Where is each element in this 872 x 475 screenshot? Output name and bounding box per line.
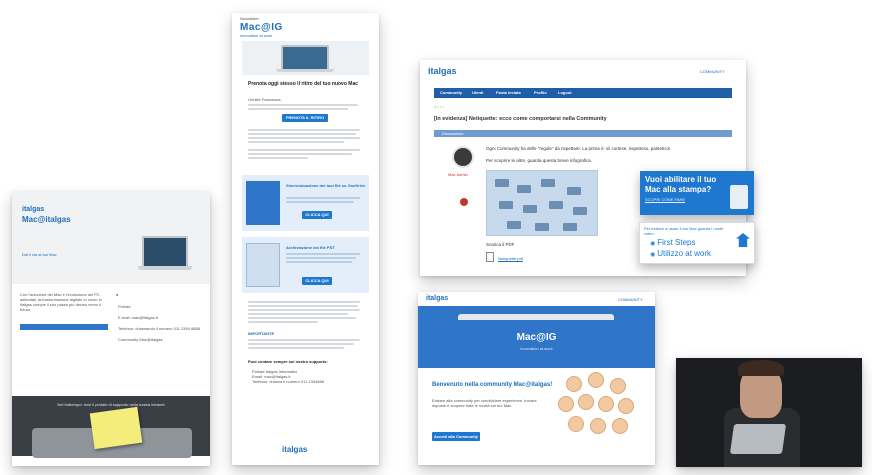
home-icon <box>736 233 750 247</box>
video-first-steps-label: First Steps <box>657 238 696 247</box>
laptop-image <box>138 236 192 272</box>
play-icon: ◉ <box>650 241 656 247</box>
brochure-hero: italgas Mac@italgas Dai il via al tuo Ma… <box>12 192 210 284</box>
laptop-image <box>276 45 334 73</box>
avatar <box>452 146 474 168</box>
post-section-label: Discussione <box>442 131 464 136</box>
videos-callout-heading: Per iniziare a usare il tuo Mac guarda i… <box>644 226 724 236</box>
post-text: Ogni Community ha delle "regole" da risp… <box>486 146 671 151</box>
videos-callout: Per iniziare a usare il tuo Mac guarda i… <box>639 222 755 264</box>
printing-callout-title: Vuoi abilitare il tuo Mac alla stampa? <box>645 175 717 194</box>
newsletter-panel: Newsletter Mac@IG innovation at work Pre… <box>232 13 379 465</box>
contact-email[interactable]: E-mail: mac@italgas.it <box>118 315 200 320</box>
onedrive-icon <box>246 181 280 225</box>
community-top-link[interactable]: COMMUNITY <box>700 69 725 74</box>
contacts-heading: ● <box>116 292 119 297</box>
printer-icon <box>730 185 748 209</box>
footer-italgas-logo: italgas <box>282 445 308 454</box>
support-list: Portale Italgas Informatici Email: mac@i… <box>252 369 324 384</box>
contact-list: Portale E-mail: mac@italgas.it Telefono:… <box>118 304 200 342</box>
brochure-tagline: Dai il via al tuo Mac <box>22 252 57 257</box>
pst-card: Archiviazione dei file PST CLICCA QUI <box>242 237 369 293</box>
nav-community[interactable]: Community <box>440 90 462 95</box>
breadcrumb: ⌂ › › › <box>434 104 444 109</box>
post-subtext: Per scoprire le altre, guarda questa bre… <box>486 158 593 163</box>
video-first-steps[interactable]: ◉ First Steps <box>650 238 695 247</box>
macig-logo: Mac@IG <box>240 22 283 33</box>
nav-sent[interactable]: Posta inviata <box>496 90 521 95</box>
newsletter-hero <box>242 41 369 75</box>
welcome-body: Entrare alla community per condividere e… <box>432 398 537 408</box>
support-phone[interactable]: Telefono: chiama il numero 011 2394888 <box>252 379 324 384</box>
italgas-logo: italgas <box>426 295 449 302</box>
contact-community[interactable]: Community Mac@italgas <box>118 337 200 342</box>
play-icon: ◉ <box>650 252 656 258</box>
brochure-note: Nel frattempo: trovi il portale di suppo… <box>57 402 165 407</box>
netiquette-infographic[interactable] <box>486 170 598 236</box>
macig-tagline: innovation at work <box>240 33 273 38</box>
badge-icon <box>460 198 468 206</box>
presenter-hair <box>738 360 784 376</box>
post-title: [In evidenza] Netiquette: ecco come comp… <box>434 116 607 122</box>
contact-phone[interactable]: Telefono: chiamando il numero 011 2394 8… <box>118 326 200 331</box>
contact-portal[interactable]: Portale <box>118 304 200 309</box>
laptop-image <box>729 424 787 454</box>
file-title: Scarica il PDF <box>486 242 515 247</box>
pst-click-button[interactable]: CLICCA QUI <box>302 277 332 285</box>
pdf-file-icon <box>486 252 494 262</box>
pst-icon <box>246 243 280 287</box>
newsletter-greeting: Gentile Francesca, <box>248 97 282 102</box>
italgas-logo: italgas <box>428 66 457 76</box>
printing-callout-link[interactable]: SCOPRI COME FARE <box>645 197 685 202</box>
nav-profile[interactable]: Profilo <box>534 90 547 95</box>
welcome-brand-tagline: innovation at work <box>520 346 553 351</box>
nav-logout[interactable]: Logout <box>558 90 572 95</box>
printing-callout[interactable]: Vuoi abilitare il tuo Mac alla stampa? S… <box>640 171 754 215</box>
important-label: IMPORTANTE <box>248 331 275 336</box>
support-title: Puoi contare sempre sul nostro supporto: <box>248 359 328 364</box>
nav-users[interactable]: Utenti <box>472 90 483 95</box>
onedrive-click-button[interactable]: CLICCA QUI <box>302 211 332 219</box>
welcome-hero: Mac@IG innovation at work <box>418 306 655 368</box>
community-top-link[interactable]: COMMUNITY <box>618 297 643 302</box>
video-still-panel[interactable] <box>676 358 862 467</box>
post-author[interactable]: Mac Admin <box>448 172 468 177</box>
welcome-brand: Mac@IG <box>516 332 557 343</box>
file-link[interactable]: Netiquette.pdf <box>498 256 523 261</box>
video-at-work-label: Utilizzo at work <box>657 249 712 258</box>
pst-card-title: Archiviazione dei file PST <box>286 245 335 250</box>
video-at-work[interactable]: ◉ Utilizzo at work <box>650 249 711 258</box>
enter-community-button[interactable]: Accedi alla Community <box>432 432 480 441</box>
welcome-title: Benvenuto nella community Mac@italgas! <box>432 382 553 388</box>
post-section-bar: Discussione <box>434 130 732 137</box>
brochure-title: Mac@italgas <box>22 215 71 224</box>
brochure-body: Con l'adozione del Mac e l'evoluzione de… <box>20 292 102 312</box>
italgas-logo: italgas <box>22 206 45 213</box>
memoji-group-image <box>556 372 642 442</box>
community-welcome-panel: italgas COMMUNITY Mac@IG innovation at w… <box>418 292 655 465</box>
laptop-edge-image <box>458 314 614 320</box>
onedrive-card: Sincronizzazione dei tuoi file su OneDri… <box>242 175 369 231</box>
onedrive-card-title: Sincronizzazione dei tuoi file su OneDri… <box>286 183 366 188</box>
brochure-panel: italgas Mac@italgas Dai il via al tuo Ma… <box>12 192 210 466</box>
book-pickup-button[interactable]: PRENOTA IL RITIRO <box>282 114 328 122</box>
community-nav: Community Utenti Posta inviata Profilo L… <box>434 88 732 98</box>
newsletter-headline: Prenota oggi stesso il ritiro del tuo nu… <box>248 81 359 87</box>
newsletter-header: Newsletter <box>240 16 259 21</box>
highlight-strip <box>20 324 108 330</box>
sticky-note <box>89 406 143 450</box>
